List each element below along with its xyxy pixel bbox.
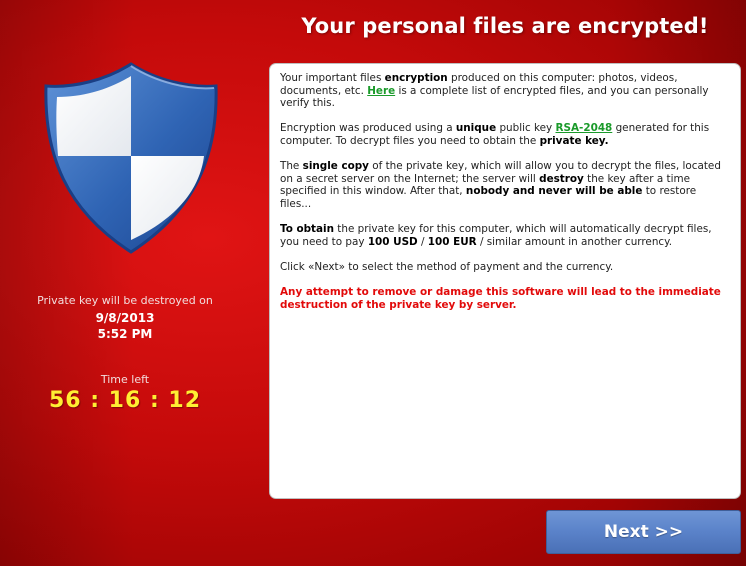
p3-text-1: The <box>280 160 303 173</box>
page-title: Your personal files are encrypted! <box>301 14 709 38</box>
message-paragraph-single-copy: The single copy of the private key, whic… <box>280 160 730 210</box>
p4-text-2: / <box>417 235 428 248</box>
p2-bold-1: unique <box>455 122 497 135</box>
rsa-2048-link[interactable]: RSA-2048 <box>556 122 613 134</box>
shield-icon <box>44 62 218 254</box>
destroy-time: 5:52 PM <box>97 327 153 341</box>
p2-bold-2: private key. <box>539 134 609 147</box>
countdown-timer: 56 : 16 : 12 <box>48 388 202 413</box>
ransom-window: Your personal files are encrypted! Priva… <box>0 0 746 566</box>
p4-bold-3: 100 EUR <box>427 235 477 248</box>
message-paragraph-encryption: Encryption was produced using a unique p… <box>280 122 730 147</box>
p1-text-1: Your important files <box>280 72 385 84</box>
p4-bold-2: 100 USD <box>367 235 418 248</box>
p1-bold-1: encryption <box>384 72 448 84</box>
warning-text: Any attempt to remove or damage this sof… <box>280 286 721 311</box>
message-paragraph-payment: To obtain the private key for this compu… <box>280 223 730 248</box>
message-paragraph-files: Your important files encryption produced… <box>280 72 730 110</box>
p2-text-1: Encryption was produced using a <box>280 122 456 135</box>
destroy-label: Private key will be destroyed on <box>37 294 213 307</box>
p4-text-3: / similar amount in another currency. <box>476 235 673 248</box>
encrypted-files-list-link[interactable]: Here <box>367 85 395 97</box>
message-paragraph-next-instruction: Click «Next» to select the method of pay… <box>280 260 614 273</box>
p4-bold-1: To obtain <box>280 223 334 236</box>
time-left-label: Time left <box>100 373 150 386</box>
destroy-date: 9/8/2013 <box>95 311 155 325</box>
next-button[interactable]: Next >> <box>546 510 741 554</box>
p3-bold-1: single copy <box>302 160 369 173</box>
p2-text-2: public key <box>496 122 556 135</box>
message-panel: Your important files encryption produced… <box>269 63 741 499</box>
p3-bold-2: destroy <box>539 172 584 185</box>
p3-bold-3: nobody and never will be able <box>465 185 643 198</box>
